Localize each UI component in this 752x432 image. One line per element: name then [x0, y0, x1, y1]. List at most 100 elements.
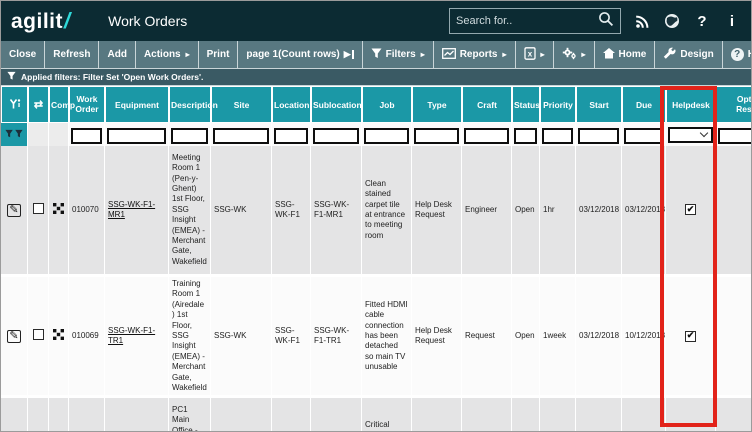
column-filter-row: [1, 123, 752, 146]
cell-status: Open: [512, 277, 540, 398]
cell-craft: Engineer: [462, 146, 512, 277]
type-filter-input[interactable]: [414, 128, 459, 144]
due-filter-input[interactable]: [624, 128, 663, 144]
sublocation-filter-input[interactable]: [313, 128, 359, 144]
column-header-description[interactable]: Description: [169, 86, 211, 123]
column-header-type[interactable]: Type: [412, 86, 462, 123]
cell-job: Clean stained carpet tile at entrance to…: [362, 146, 412, 277]
actions-button[interactable]: Actions ▸: [136, 41, 199, 68]
helpdesk-filter-dropdown[interactable]: [668, 127, 713, 143]
filter-cell-status: [512, 123, 540, 146]
caret-right-icon: ▸: [541, 50, 545, 59]
cell-due: 04/12/2018: [622, 398, 666, 432]
work-order-filter-input[interactable]: [71, 128, 102, 144]
equipment-link[interactable]: SSG-WK-F1-MR1: [108, 200, 155, 219]
cell-status: Open: [512, 398, 540, 432]
cell-edit: ✎: [1, 398, 28, 432]
refresh-button[interactable]: Refresh: [45, 41, 99, 68]
column-header-row-tools[interactable]: [1, 86, 28, 123]
cell-equipment: SSG-WK-F1-MR1: [105, 146, 169, 277]
cell-start: 03/12/2018: [576, 146, 622, 277]
column-header-site[interactable]: Site: [211, 86, 272, 123]
help-icon[interactable]: ?: [693, 13, 711, 30]
column-header-optimum-resource[interactable]: Optimum Resource: [716, 86, 752, 123]
column-header-due[interactable]: Due: [622, 86, 666, 123]
cell-priority: 1hr: [540, 146, 576, 277]
job-filter-input[interactable]: [364, 128, 409, 144]
column-header-comp[interactable]: Comp: [49, 86, 69, 123]
cell-helpdesk: ✔: [666, 146, 716, 277]
rss-icon[interactable]: [633, 14, 651, 29]
page-indicator[interactable]: page 1(Count rows) ▶: [238, 41, 362, 68]
cell-optimum-resource: [716, 277, 752, 398]
top-bar: agilit / Work Orders: [1, 1, 751, 41]
search-icon[interactable]: [598, 11, 614, 32]
site-filter-input[interactable]: [213, 128, 269, 144]
description-filter-input[interactable]: [171, 128, 208, 144]
cell-job: Critical application error when attempti…: [362, 398, 412, 432]
design-button[interactable]: Design: [655, 41, 722, 68]
column-header-job[interactable]: Job: [362, 86, 412, 123]
column-header-craft[interactable]: Craft: [462, 86, 512, 123]
print-button[interactable]: Print: [199, 41, 239, 68]
cell-select: [28, 398, 49, 432]
funnel-icon: [371, 48, 382, 62]
column-header-sublocation[interactable]: Sublocation: [311, 86, 362, 123]
cell-job: Fitted HDMI cable connection has been de…: [362, 277, 412, 398]
help-button[interactable]: ? He: [723, 41, 752, 68]
chevron-down-icon: [700, 129, 708, 137]
cell-location: SSG-WK-F1: [272, 277, 311, 398]
optimum-resource-filter-input[interactable]: [718, 128, 752, 144]
edit-icon[interactable]: ✎: [7, 204, 21, 217]
filter-cell-optimum-resource: [716, 123, 752, 146]
equipment-filter-input[interactable]: [107, 128, 166, 144]
column-header-refresh[interactable]: ⇄: [28, 86, 49, 123]
info-icon[interactable]: i: [723, 13, 741, 30]
cell-helpdesk: ✔: [666, 277, 716, 398]
cell-work-order: 010068: [69, 398, 105, 432]
logo-text: agilit: [11, 10, 63, 34]
excel-export-button[interactable]: x ▸: [516, 41, 554, 68]
craft-filter-input[interactable]: [464, 128, 509, 144]
globe-icon[interactable]: [663, 13, 681, 29]
filter-cell-description: [169, 123, 211, 146]
agility-logo[interactable]: agilit /: [11, 8, 70, 34]
app-window: agilit / Work Orders: [0, 0, 752, 432]
start-filter-input[interactable]: [578, 128, 619, 144]
search-input[interactable]: [456, 15, 598, 27]
column-header-status[interactable]: Status: [512, 86, 540, 123]
applied-filters-text: Applied filters: Filter Set 'Open Work O…: [21, 72, 203, 82]
status-filter-input[interactable]: [514, 128, 537, 144]
help-circle-icon: ?: [731, 48, 744, 61]
completion-checkered-icon[interactable]: [53, 329, 64, 340]
last-page-icon[interactable]: ▶: [344, 49, 354, 60]
search-box[interactable]: [449, 8, 621, 34]
filter-cell-sublocation: [311, 123, 362, 146]
work-orders-grid: ⇄ Comp Work Order Equipment Description …: [1, 86, 752, 432]
apply-filters-cell[interactable]: [1, 123, 28, 146]
cell-work-order: 010069: [69, 277, 105, 398]
home-button[interactable]: Home: [595, 41, 656, 68]
row-checkbox[interactable]: [33, 329, 44, 340]
column-header-start[interactable]: Start: [576, 86, 622, 123]
filter-cell-job: [362, 123, 412, 146]
home-icon: [603, 48, 615, 62]
add-button[interactable]: Add: [99, 41, 135, 68]
settings-button[interactable]: ▸: [554, 41, 595, 68]
reports-button[interactable]: Reports ▸: [434, 41, 516, 68]
table-row: ✎ 010069 SSG-WK-F1-TR1 Training Room 1 (…: [1, 277, 752, 398]
column-header-helpdesk[interactable]: Helpdesk: [666, 86, 716, 123]
close-button[interactable]: Close: [1, 41, 45, 68]
filters-button[interactable]: Filters ▸: [363, 41, 434, 68]
location-filter-input[interactable]: [274, 128, 308, 144]
column-header-location[interactable]: Location: [272, 86, 311, 123]
edit-icon[interactable]: ✎: [7, 330, 21, 343]
priority-filter-input[interactable]: [542, 128, 573, 144]
completion-checkered-icon[interactable]: [53, 203, 64, 214]
column-header-equipment[interactable]: Equipment: [105, 86, 169, 123]
filter-cell-site: [211, 123, 272, 146]
cell-type: Help Desk Request: [412, 277, 462, 398]
column-header-priority[interactable]: Priority: [540, 86, 576, 123]
row-checkbox[interactable]: [33, 203, 44, 214]
equipment-link[interactable]: SSG-WK-F1-TR1: [108, 326, 155, 345]
